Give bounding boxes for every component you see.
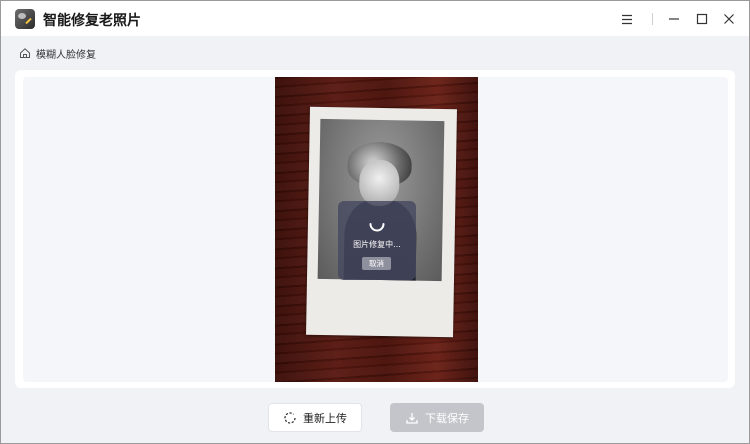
- app-photo-icon: [15, 9, 35, 29]
- minimize-icon[interactable]: [664, 9, 684, 29]
- maximize-icon[interactable]: [692, 9, 712, 29]
- download-button[interactable]: 下载保存: [390, 403, 484, 432]
- processing-status: 图片修复中...: [353, 240, 401, 249]
- close-icon[interactable]: [719, 9, 739, 29]
- refresh-icon: [284, 411, 296, 424]
- breadcrumb-label: 模糊人脸修复: [36, 49, 96, 61]
- app-window: 智能修复老照片 模糊人脸修复 图片修复中... 取消 重新上传 下载保存: [0, 0, 750, 444]
- breadcrumb[interactable]: 模糊人脸修复: [19, 45, 96, 61]
- loading-spinner-icon: [369, 223, 385, 232]
- processing-overlay: 图片修复中... 取消: [338, 201, 416, 280]
- cancel-button[interactable]: 取消: [362, 257, 391, 270]
- reupload-button[interactable]: 重新上传: [268, 403, 362, 432]
- app-title: 智能修复老照片: [43, 13, 141, 29]
- title-bar[interactable]: 智能修复老照片: [1, 1, 749, 36]
- home-icon: [20, 48, 30, 58]
- reupload-label: 重新上传: [303, 411, 347, 425]
- menu-icon[interactable]: [617, 9, 637, 29]
- portrait-face: [358, 159, 400, 207]
- title-separator: [652, 13, 653, 25]
- download-icon: [406, 412, 418, 424]
- download-label: 下载保存: [425, 411, 469, 425]
